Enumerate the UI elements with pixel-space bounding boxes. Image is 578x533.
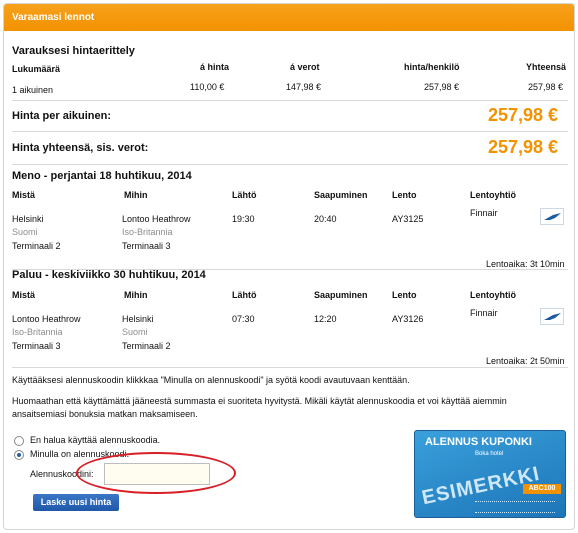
discount-notice-line1: Huomaathan että käyttämättä jääneestä su… [12,396,507,406]
grand-total-value: 257,98 € [488,137,559,157]
return-airline: Finnair [470,308,498,318]
outbound-to-terminal: Terminaali 3 [122,241,171,251]
col-dep: Lähtö [232,190,257,200]
has-discount-radio[interactable] [14,450,24,460]
divider [12,367,568,368]
outbound-to-country: Iso-Britannia [122,227,173,237]
per-adult-value: 257,98 € [488,105,559,125]
no-discount-radio[interactable] [14,436,24,446]
outbound-title: Meno - perjantai 18 huhtikuu, 2014 [12,170,192,182]
outbound-arr: 20:40 [314,214,337,224]
col-airline: Lentoyhtiö [470,290,516,300]
header-price: á hinta [200,62,230,72]
panel-header: Varaamasi lennot [4,4,574,31]
return-flight: AY3126 [392,314,424,324]
col-from: Mistä [12,190,36,200]
col-flight: Lento [392,290,417,300]
header-count: Lukumäärä [12,64,61,74]
outbound-from-city: Helsinki [12,214,44,224]
header-taxes: á verot [290,62,320,72]
no-discount-label[interactable]: En halua käyttää alennuskoodia. [30,435,160,445]
outbound-from-terminal: Terminaali 2 [12,241,61,251]
return-to-city: Helsinki [122,314,154,324]
return-to-country: Suomi [122,327,148,337]
row-per-person: 257,98 € [424,82,460,92]
col-arr: Saapuminen [314,290,368,300]
coupon-fineprint [475,501,555,513]
return-dep: 07:30 [232,314,255,324]
row-price: 110,00 € [190,82,225,92]
col-airline: Lentoyhtiö [470,190,516,200]
col-arr: Saapuminen [314,190,368,200]
row-count: 1 aikuinen [12,85,54,95]
return-arr: 12:20 [314,314,337,324]
divider [12,164,568,165]
col-to: Mihin [124,290,148,300]
header-total: Yhteensä [526,62,567,72]
flights-panel: Varaamasi lennot Varauksesi hintaerittel… [3,3,575,530]
breakdown-title: Varauksesi hintaerittely [12,45,135,57]
per-adult-label: Hinta per aikuinen: [12,110,112,122]
outbound-flight: AY3125 [392,214,424,224]
discount-notice-line2: ansaitsemiasi bonuksia matkan maksamisee… [12,409,198,419]
header-per-person: hinta/henkilö [404,62,460,72]
discount-info: Käyttääksesi alennuskoodin klikkkaa "Min… [12,375,410,385]
panel-title: Varaamasi lennot [12,12,95,23]
grand-total-label: Hinta yhteensä, sis. verot: [12,142,149,154]
col-from: Mistä [12,290,36,300]
col-dep: Lähtö [232,290,257,300]
return-to-terminal: Terminaali 2 [122,341,171,351]
coupon-title: ALENNUS KUPONKI [425,436,532,448]
divider [12,131,568,132]
row-total: 257,98 € [528,82,564,92]
outbound-to-city: Lontoo Heathrow [122,214,191,224]
coupon-subtitle: Boka hotel [475,451,504,457]
recalculate-button[interactable]: Laske uusi hinta [33,494,119,511]
return-title: Paluu - keskiviikko 30 huhtikuu, 2014 [12,269,206,281]
finnair-logo-icon [540,208,564,225]
row-taxes: 147,98 € [286,82,322,92]
return-duration: Lentoaika: 2t 50min [486,356,565,366]
coupon-code: ABC100 [523,484,561,494]
highlight-circle [76,452,236,494]
return-from-country: Iso-Britannia [12,327,63,337]
return-from-terminal: Terminaali 3 [12,341,61,351]
outbound-dep: 19:30 [232,214,255,224]
return-from-city: Lontoo Heathrow [12,314,81,324]
coupon-example-image: ALENNUS KUPONKI Boka hotel ESIMERKKI ABC… [414,430,566,518]
divider [12,100,568,101]
outbound-from-country: Suomi [12,227,38,237]
outbound-duration: Lentoaika: 3t 10min [486,259,565,269]
col-flight: Lento [392,190,417,200]
outbound-airline: Finnair [470,208,498,218]
finnair-logo-icon [540,308,564,325]
col-to: Mihin [124,190,148,200]
